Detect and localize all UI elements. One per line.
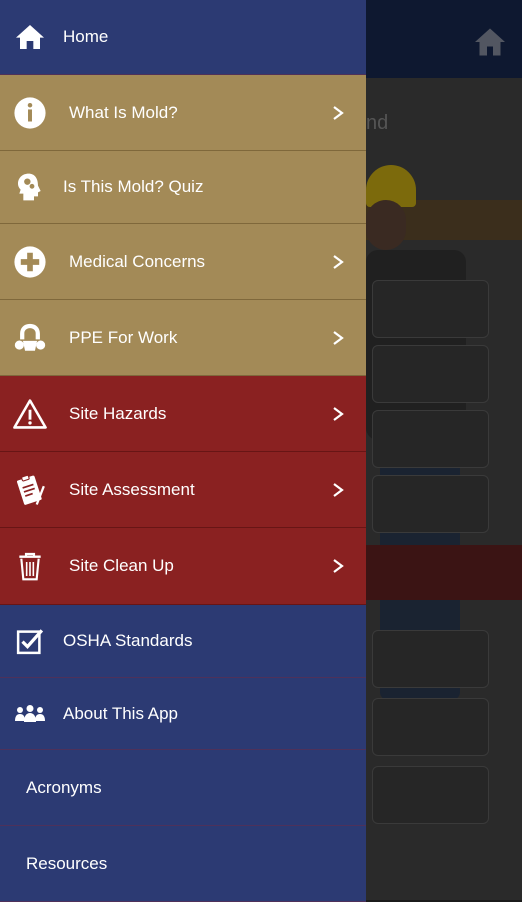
background-card[interactable]: [372, 345, 489, 403]
menu-item-quiz[interactable]: Is This Mold? Quiz: [0, 151, 366, 224]
medical-cross-icon: [13, 245, 47, 279]
background-card[interactable]: [372, 766, 489, 824]
background-band: [366, 545, 522, 600]
menu-item-what-is-mold[interactable]: What Is Mold?: [0, 75, 366, 151]
menu-item-label: Site Assessment: [69, 479, 195, 499]
chevron-right-icon: [333, 482, 344, 497]
chevron-right-icon: [333, 406, 344, 421]
menu-item-site-hazards[interactable]: Site Hazards: [0, 376, 366, 452]
background-card[interactable]: [372, 410, 489, 468]
menu-item-label: About This App: [63, 703, 178, 723]
navigation-drawer: Home What Is Mold? Is This Mold? Quiz Me…: [0, 0, 366, 902]
menu-item-label: Acronyms: [26, 777, 102, 797]
menu-item-home[interactable]: Home: [0, 0, 366, 75]
menu-item-label: OSHA Standards: [63, 631, 193, 650]
worker-head-image: [366, 200, 406, 250]
menu-item-label: Home: [63, 27, 109, 46]
warning-icon: [13, 397, 47, 431]
checkbox-icon: [13, 624, 47, 658]
menu-item-label: Medical Concerns: [69, 251, 206, 271]
menu-item-label: Is This Mold? Quiz: [63, 177, 204, 196]
menu-item-ppe-for-work[interactable]: PPE For Work: [0, 300, 366, 376]
background-card[interactable]: [372, 475, 489, 533]
menu-item-resources[interactable]: Resources: [0, 826, 366, 902]
menu-item-label: Site Hazards: [69, 403, 167, 423]
menu-item-osha-standards[interactable]: OSHA Standards: [0, 605, 366, 678]
respirator-icon: [13, 321, 47, 355]
background-card[interactable]: [372, 280, 489, 338]
background-title-fragment: nd: [366, 112, 389, 134]
chevron-right-icon: [333, 330, 344, 345]
head-gears-icon: [13, 170, 47, 204]
group-icon: [13, 697, 47, 731]
menu-item-medical-concerns[interactable]: Medical Concerns: [0, 224, 366, 300]
home-icon[interactable]: [472, 24, 508, 60]
chevron-right-icon: [333, 559, 344, 573]
menu-item-about-this-app[interactable]: About This App: [0, 678, 366, 750]
chevron-right-icon: [333, 105, 344, 120]
home-icon: [13, 20, 47, 54]
menu-item-label: Resources: [26, 853, 108, 873]
menu-item-acronyms[interactable]: Acronyms: [0, 750, 366, 826]
menu-item-label: PPE For Work: [69, 327, 178, 347]
menu-item-site-clean-up[interactable]: Site Clean Up: [0, 528, 366, 605]
chevron-right-icon: [333, 254, 344, 269]
menu-item-label: What Is Mold?: [69, 102, 178, 122]
info-icon: [13, 96, 47, 130]
clipboard-icon: [13, 473, 47, 507]
trash-icon: [13, 549, 47, 583]
menu-item-label: Site Clean Up: [69, 556, 174, 575]
menu-item-site-assessment[interactable]: Site Assessment: [0, 452, 366, 528]
background-card[interactable]: [372, 630, 489, 688]
background-card[interactable]: [372, 698, 489, 756]
